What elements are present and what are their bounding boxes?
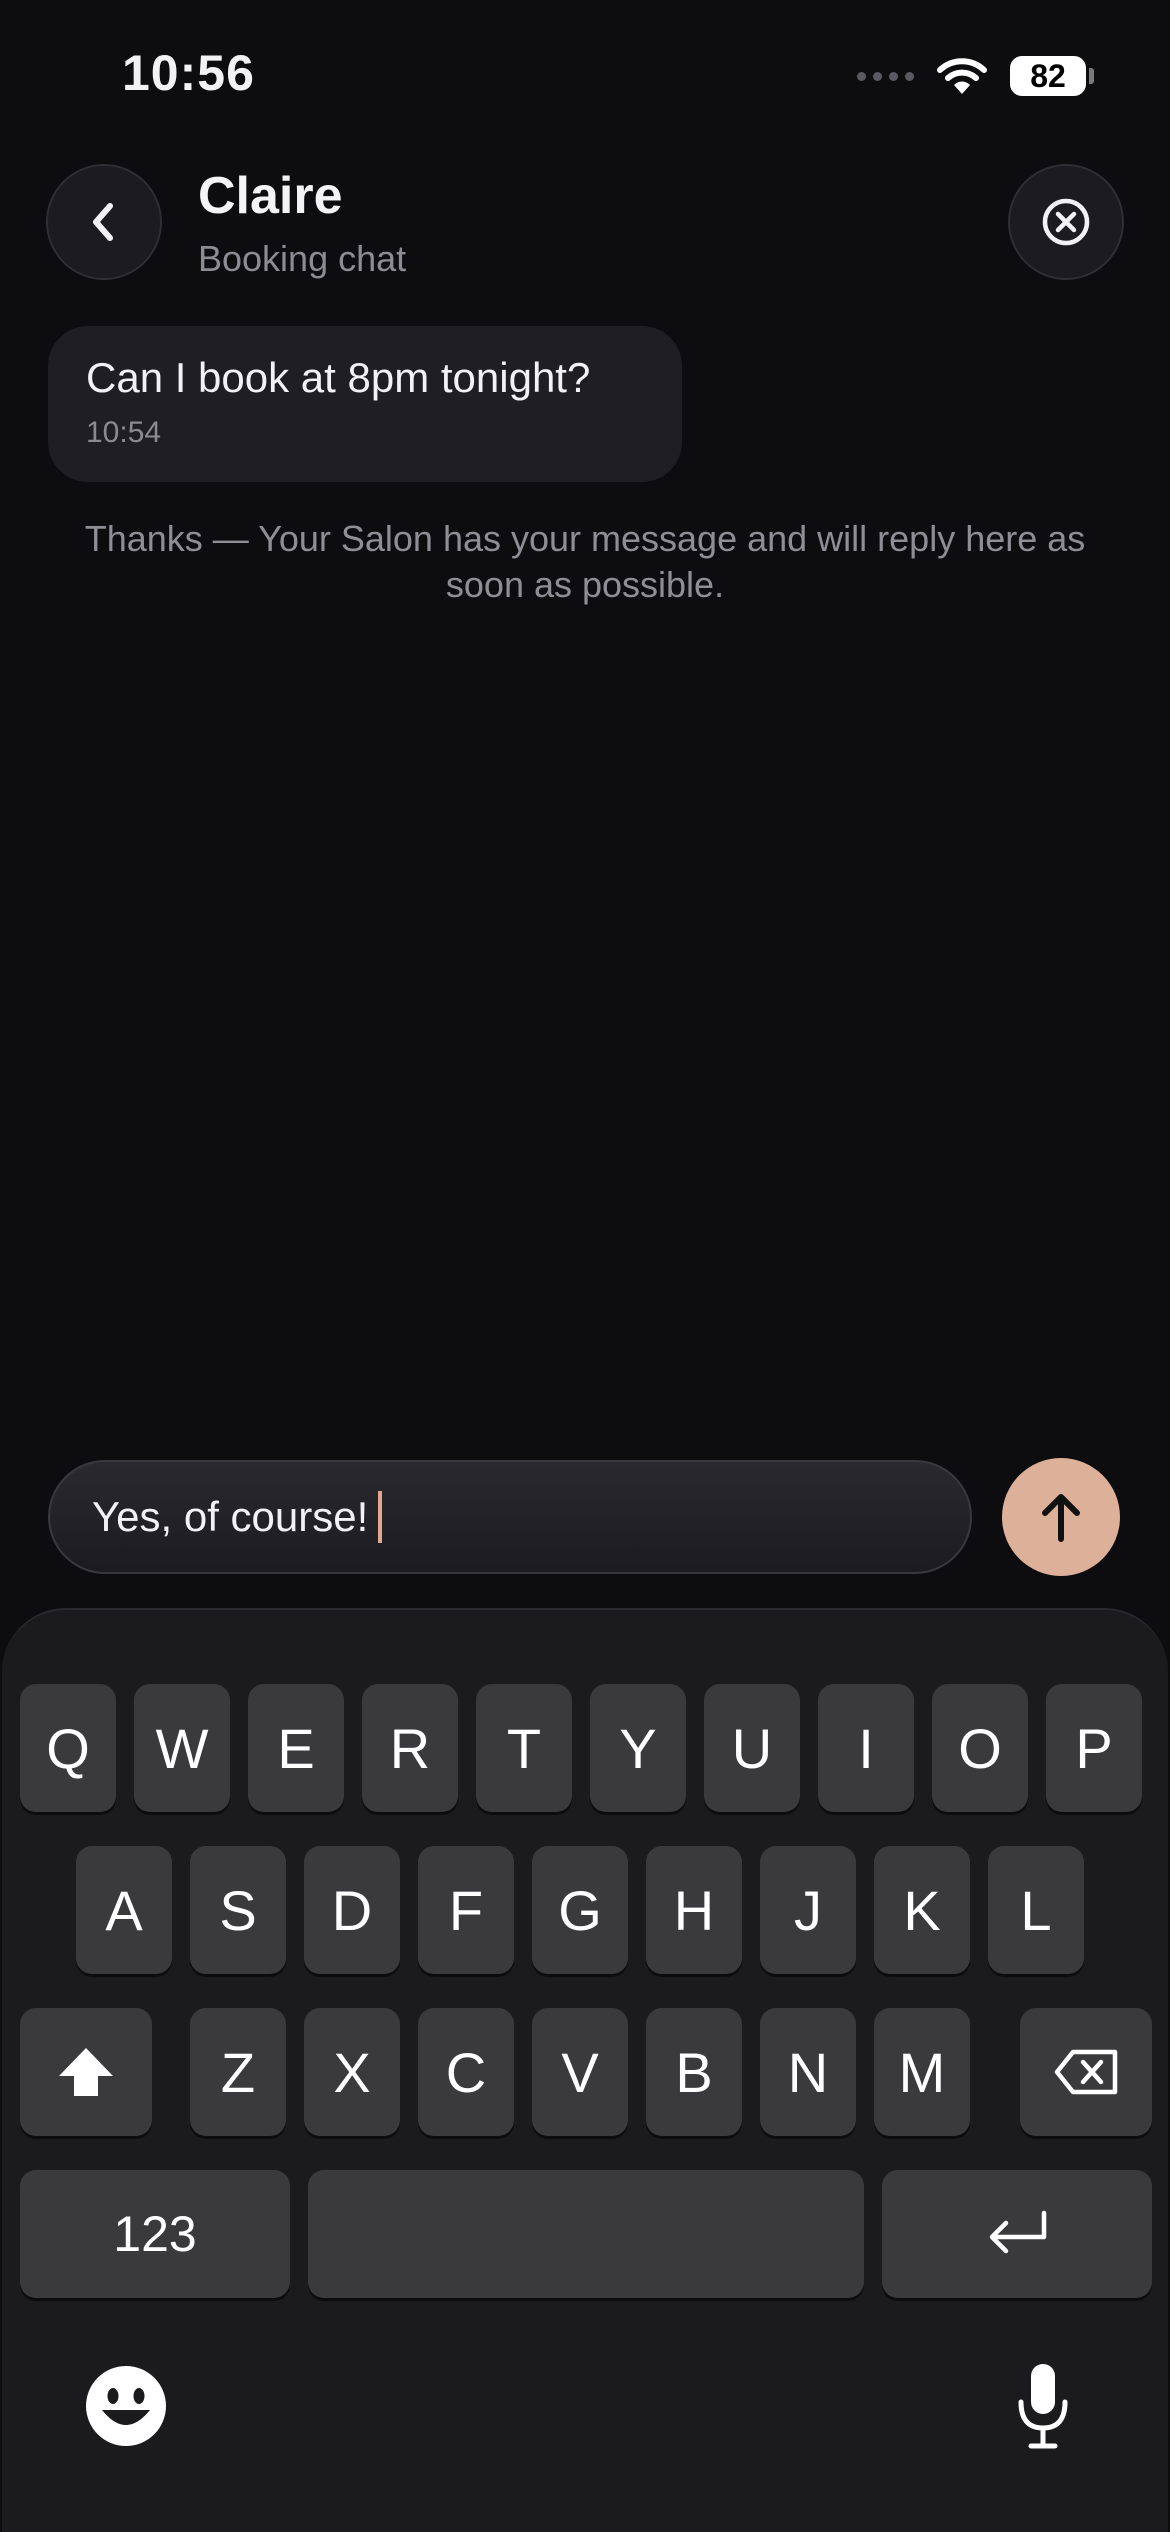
numbers-key[interactable]: 123: [20, 2170, 290, 2298]
message-input-value: Yes, of course!: [92, 1493, 369, 1540]
text-caret: [378, 1491, 383, 1543]
key-b[interactable]: B: [646, 2008, 742, 2136]
key-f[interactable]: F: [418, 1846, 514, 1974]
emoji-button[interactable]: [82, 2362, 170, 2450]
close-button[interactable]: [1008, 164, 1124, 280]
key-d[interactable]: D: [304, 1846, 400, 1974]
key-u[interactable]: U: [704, 1684, 800, 1812]
message-text: Can I book at 8pm tonight?: [86, 354, 591, 401]
arrow-up-icon: [1042, 1494, 1080, 1542]
status-icons: 82: [857, 56, 1094, 96]
key-a[interactable]: A: [76, 1846, 172, 1974]
key-m[interactable]: M: [874, 2008, 970, 2136]
shift-icon: [59, 2048, 113, 2096]
key-z[interactable]: Z: [190, 2008, 286, 2136]
key-g[interactable]: G: [532, 1846, 628, 1974]
close-circle-icon: [1042, 198, 1090, 246]
emoji-icon: [86, 2366, 166, 2446]
chevron-left-icon: [93, 203, 113, 241]
key-i[interactable]: I: [818, 1684, 914, 1812]
key-k[interactable]: K: [874, 1846, 970, 1974]
key-n[interactable]: N: [760, 2008, 856, 2136]
message-bubble[interactable]: Can I book at 8pm tonight? 10:54: [48, 326, 682, 482]
backspace-key[interactable]: [1020, 2008, 1152, 2136]
key-v[interactable]: V: [532, 2008, 628, 2136]
key-x[interactable]: X: [304, 2008, 400, 2136]
key-h[interactable]: H: [646, 1846, 742, 1974]
key-j[interactable]: J: [760, 1846, 856, 1974]
keyboard: Q W E R T Y U I O P A S D F G H J K L Z …: [2, 1608, 1168, 2532]
key-r[interactable]: R: [362, 1684, 458, 1812]
status-time: 10:56: [122, 45, 255, 101]
key-w[interactable]: W: [134, 1684, 230, 1812]
key-p[interactable]: P: [1046, 1684, 1142, 1812]
battery-indicator: 82: [1010, 56, 1094, 96]
chat-subtitle: Booking chat: [198, 238, 407, 279]
key-l[interactable]: L: [988, 1846, 1084, 1974]
contact-name: Claire: [198, 167, 343, 225]
key-c[interactable]: C: [418, 2008, 514, 2136]
return-icon: [989, 2210, 1047, 2254]
chat-screen: 10:56 82 Claire Booking chat Can I book …: [0, 0, 1170, 2532]
key-t[interactable]: T: [476, 1684, 572, 1812]
backspace-icon: [1054, 2049, 1118, 2095]
return-key[interactable]: [882, 2170, 1152, 2298]
wifi-icon: [937, 58, 987, 94]
signal-dots-icon: [857, 71, 914, 81]
key-y[interactable]: Y: [590, 1684, 686, 1812]
dictation-button[interactable]: [1000, 2356, 1086, 2456]
back-button[interactable]: [46, 164, 162, 280]
microphone-icon: [1018, 2364, 1068, 2449]
chat-header: Claire Booking chat: [198, 166, 406, 280]
message-input[interactable]: Yes, of course!: [48, 1460, 972, 1574]
send-button[interactable]: [1002, 1458, 1120, 1576]
shift-key[interactable]: [20, 2008, 152, 2136]
key-s[interactable]: S: [190, 1846, 286, 1974]
key-e[interactable]: E: [248, 1684, 344, 1812]
message-time: 10:54: [86, 416, 162, 449]
key-o[interactable]: O: [932, 1684, 1028, 1812]
space-key[interactable]: [308, 2170, 864, 2298]
system-note: Thanks — Your Salon has your message and…: [84, 518, 1086, 605]
key-q[interactable]: Q: [20, 1684, 116, 1812]
battery-level: 82: [1010, 56, 1086, 96]
